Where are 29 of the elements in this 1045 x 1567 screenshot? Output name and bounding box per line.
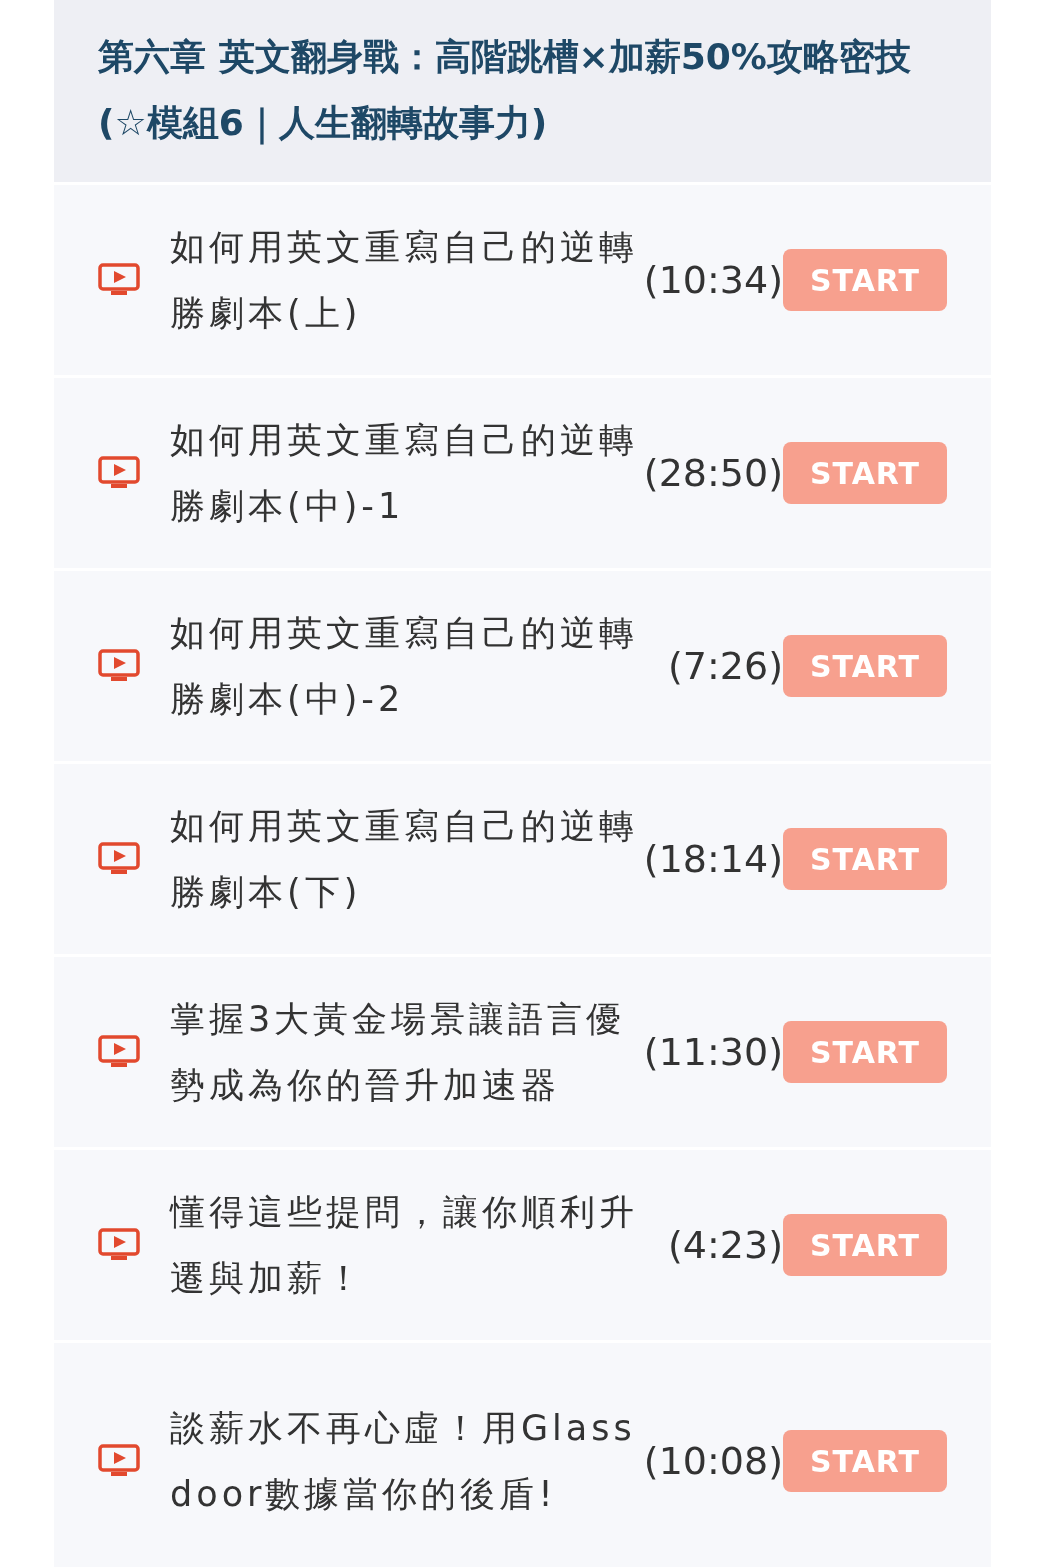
lesson-duration: (28:50) [642,451,783,495]
lesson-title: 懂得這些提問，讓你順利升遷與加薪！ [170,1191,639,1300]
video-icon [98,1228,140,1262]
video-icon [98,1444,140,1478]
lesson-title: 掌握3大黃金場景讓語言優勢成為你的晉升加速器 [170,998,627,1107]
chapter-title: 第六章 英文翻身戰：高階跳槽×加薪50%攻略密技 (☆模組6｜人生翻轉故事力) [98,35,912,147]
lesson-title: 談薪水不再心虛！用Glassdoor數據當你的後盾! [170,1407,637,1516]
lesson-title: 如何用英文重寫自己的逆轉勝劇本(中)-1 [170,419,639,528]
start-button[interactable]: START [783,249,947,311]
video-icon [98,1035,140,1069]
start-button[interactable]: START [783,442,947,504]
video-icon [98,649,140,683]
lesson-duration: (10:34) [642,258,783,302]
lesson-duration: (10:08) [642,1439,783,1483]
video-icon [98,842,140,876]
start-button[interactable]: START [783,635,947,697]
start-button[interactable]: START [783,1021,947,1083]
start-button[interactable]: START [783,828,947,890]
lesson-title: 如何用英文重寫自己的逆轉勝劇本(上) [170,226,639,335]
lesson-title: 如何用英文重寫自己的逆轉勝劇本(中)-2 [170,612,639,721]
video-icon [98,263,140,297]
lesson-title: 如何用英文重寫自己的逆轉勝劇本(下) [170,805,639,914]
video-icon [98,456,140,490]
lesson-duration: (7:26) [667,644,783,688]
start-button[interactable]: START [783,1430,947,1492]
lesson-duration: (18:14) [642,837,783,881]
start-button[interactable]: START [783,1214,947,1276]
lesson-duration: (4:23) [667,1223,783,1267]
lesson-duration: (11:30) [642,1030,783,1074]
